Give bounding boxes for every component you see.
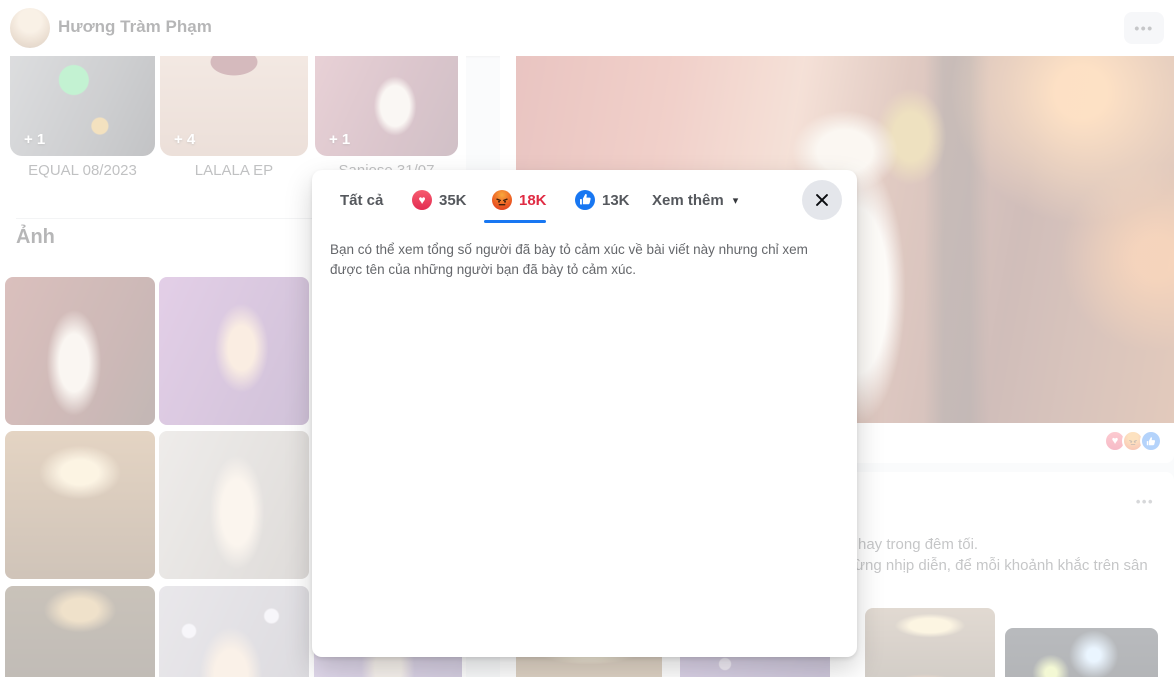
tab-see-more[interactable]: Xem thêm ▾ xyxy=(652,186,738,214)
tab-all-reactions[interactable]: Tất cả xyxy=(340,186,383,214)
chevron-down-icon: ▾ xyxy=(733,194,739,207)
reactions-privacy-description: Bạn có thể xem tổng số người đã bày tỏ c… xyxy=(330,240,842,281)
love-count: 35K xyxy=(439,192,467,209)
angry-face-reaction-icon xyxy=(492,190,512,210)
tab-love-reactions[interactable]: ♥ 35K xyxy=(412,186,467,214)
active-tab-underline xyxy=(484,220,546,223)
tab-label: Xem thêm xyxy=(652,192,724,209)
facebook-profile-page: Hương Tràm Phạm ••• + 1 + 4 + 1 EQUAL 08… xyxy=(0,0,1174,677)
tab-label: Tất cả xyxy=(340,192,383,209)
tab-like-reactions[interactable]: 13K xyxy=(575,186,630,214)
heart-love-reaction-icon: ♥ xyxy=(412,190,432,210)
angry-count: 18K xyxy=(519,192,547,209)
reactions-dialog: Tất cả ♥ 35K 18K xyxy=(312,170,857,657)
like-count: 13K xyxy=(602,192,630,209)
close-icon xyxy=(813,191,831,209)
tab-angry-reactions[interactable]: 18K xyxy=(492,186,547,214)
thumbs-up-reaction-icon xyxy=(575,190,595,210)
close-button[interactable] xyxy=(802,180,842,220)
